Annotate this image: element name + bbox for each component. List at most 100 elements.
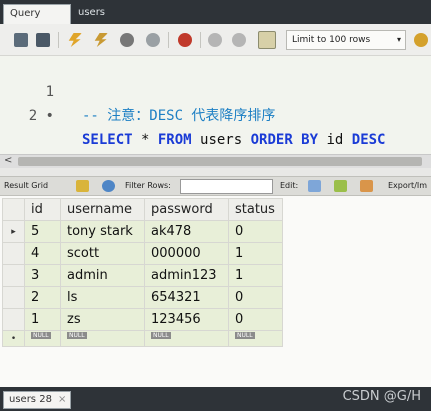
column-header-id[interactable]: id xyxy=(24,198,61,221)
toolbar-divider xyxy=(168,32,169,48)
keyword-order-by: ORDER BY xyxy=(250,132,319,148)
row-marker xyxy=(2,264,25,287)
result-tab-bar: users 28 × CSDN @G/H xyxy=(0,387,431,411)
new-row[interactable]: • NULL NULL NULL NULL xyxy=(2,330,283,347)
null-cell-password[interactable]: NULL xyxy=(144,330,229,347)
keyword-select: SELECT xyxy=(82,132,133,148)
table-row[interactable]: 3 admin admin123 1 xyxy=(2,264,283,287)
toolbar-divider xyxy=(58,32,59,48)
header-row: id username password status xyxy=(2,198,283,221)
close-icon[interactable]: × xyxy=(58,394,66,405)
refresh-icon[interactable] xyxy=(102,180,115,192)
result-grid-label[interactable]: Result Grid xyxy=(4,177,48,195)
save-icon[interactable] xyxy=(36,33,50,47)
query-tab-bar: Query 1× users xyxy=(0,0,431,37)
table-row[interactable]: ▸ 5 tony stark ak478 0 xyxy=(2,220,283,243)
editor-line-2: 2 • SELECT * FROM users ORDER BY id DESC xyxy=(0,80,386,148)
cell-password[interactable]: 123456 xyxy=(144,308,229,331)
cell-id[interactable]: 4 xyxy=(24,242,61,265)
result-toolbar: Result Grid Filter Rows: Edit: Export/Im xyxy=(0,176,431,196)
find-icon[interactable] xyxy=(120,33,134,47)
result-grid: id username password status ▸ 5 tony sta… xyxy=(0,196,431,387)
column-header-status[interactable]: status xyxy=(228,198,283,221)
null-cell-username[interactable]: NULL xyxy=(60,330,145,347)
keyword-from: FROM xyxy=(157,132,192,148)
table-row[interactable]: 4 scott 000000 1 xyxy=(2,242,283,265)
column-name: id xyxy=(318,132,352,148)
edit-row-icon[interactable] xyxy=(308,180,321,192)
row-marker xyxy=(2,308,25,331)
null-cell-id[interactable]: NULL xyxy=(24,330,61,347)
edit-label: Edit: xyxy=(280,181,299,190)
cell-username[interactable]: scott xyxy=(60,242,145,265)
row-marker xyxy=(2,286,25,309)
add-icon[interactable] xyxy=(414,33,428,47)
add-row-icon[interactable] xyxy=(334,180,347,192)
rollback-icon[interactable] xyxy=(208,33,222,47)
sql-comment: -- 注意：DESC 代表降序排序 xyxy=(82,108,276,124)
cell-id[interactable]: 2 xyxy=(24,286,61,309)
scroll-left-icon[interactable]: < xyxy=(4,155,12,167)
line-number: 2 • xyxy=(28,108,54,124)
sql-editor[interactable]: 1 -- 注意：DESC 代表降序排序 2 • SELECT * FROM us… xyxy=(0,56,431,154)
cell-status[interactable]: 1 xyxy=(228,242,283,265)
panel-divider xyxy=(0,168,431,176)
cell-id[interactable]: 3 xyxy=(24,264,61,287)
cell-status[interactable]: 0 xyxy=(228,308,283,331)
cell-status[interactable]: 1 xyxy=(228,264,283,287)
filter-rows-input[interactable] xyxy=(180,179,273,194)
folder-icon[interactable] xyxy=(14,33,28,47)
stop-icon[interactable] xyxy=(146,33,160,47)
limit-rows-select[interactable]: Limit to 100 rows ▾ xyxy=(286,30,406,50)
tab-users-label: users xyxy=(78,7,106,18)
new-row-marker: • xyxy=(2,330,25,347)
cell-username[interactable]: admin xyxy=(60,264,145,287)
commit-icon[interactable] xyxy=(178,33,192,47)
null-badge: NULL xyxy=(235,332,255,339)
beautify-icon[interactable] xyxy=(258,31,276,49)
cell-id[interactable]: 1 xyxy=(24,308,61,331)
execute-icon[interactable] xyxy=(68,33,82,47)
cell-password[interactable]: admin123 xyxy=(144,264,229,287)
execute-current-icon[interactable] xyxy=(94,33,108,47)
limit-rows-value: Limit to 100 rows xyxy=(292,35,371,45)
null-badge: NULL xyxy=(31,332,51,339)
null-badge: NULL xyxy=(151,332,171,339)
delete-row-icon[interactable] xyxy=(360,180,373,192)
column-header-password[interactable]: password xyxy=(144,198,229,221)
export-import-label[interactable]: Export/Im xyxy=(388,177,427,195)
toolbar-divider xyxy=(200,32,201,48)
cell-username[interactable]: zs xyxy=(60,308,145,331)
cell-password[interactable]: 000000 xyxy=(144,242,229,265)
chevron-down-icon: ▾ xyxy=(396,35,401,44)
editor-horizontal-scrollbar[interactable]: < xyxy=(0,154,431,168)
row-marker xyxy=(2,242,25,265)
cell-status[interactable]: 0 xyxy=(228,220,283,243)
column-header-username[interactable]: username xyxy=(60,198,145,221)
filter-rows-label: Filter Rows: xyxy=(125,181,171,190)
cell-password[interactable]: ak478 xyxy=(144,220,229,243)
current-row-marker-icon: ▸ xyxy=(2,220,25,243)
cell-username[interactable]: ls xyxy=(60,286,145,309)
table-row[interactable]: 2 ls 654321 0 xyxy=(2,286,283,309)
sql-star: * xyxy=(132,132,158,148)
cell-status[interactable]: 0 xyxy=(228,286,283,309)
toggle-autocommit-icon[interactable] xyxy=(232,33,246,47)
tab-users[interactable]: users xyxy=(72,4,111,24)
cell-username[interactable]: tony stark xyxy=(60,220,145,243)
null-cell-status[interactable]: NULL xyxy=(228,330,283,347)
table-name: users xyxy=(191,132,251,148)
watermark: CSDN @G/H xyxy=(342,389,421,404)
result-table: id username password status ▸ 5 tony sta… xyxy=(2,198,283,347)
keyword-desc: DESC xyxy=(351,132,386,148)
table-row[interactable]: 1 zs 123456 0 xyxy=(2,308,283,331)
row-marker-header xyxy=(2,198,25,221)
cell-id[interactable]: 5 xyxy=(24,220,61,243)
tab-result-users[interactable]: users 28 × xyxy=(3,391,71,409)
scrollbar-thumb[interactable] xyxy=(18,157,422,166)
tab-query-1[interactable]: Query 1× xyxy=(3,4,71,37)
sql-statement: SELECT * FROM users ORDER BY id DESC xyxy=(82,128,385,152)
cell-password[interactable]: 654321 xyxy=(144,286,229,309)
result-tab-label: users 28 xyxy=(9,394,52,405)
grid-view-icon[interactable] xyxy=(76,180,89,192)
